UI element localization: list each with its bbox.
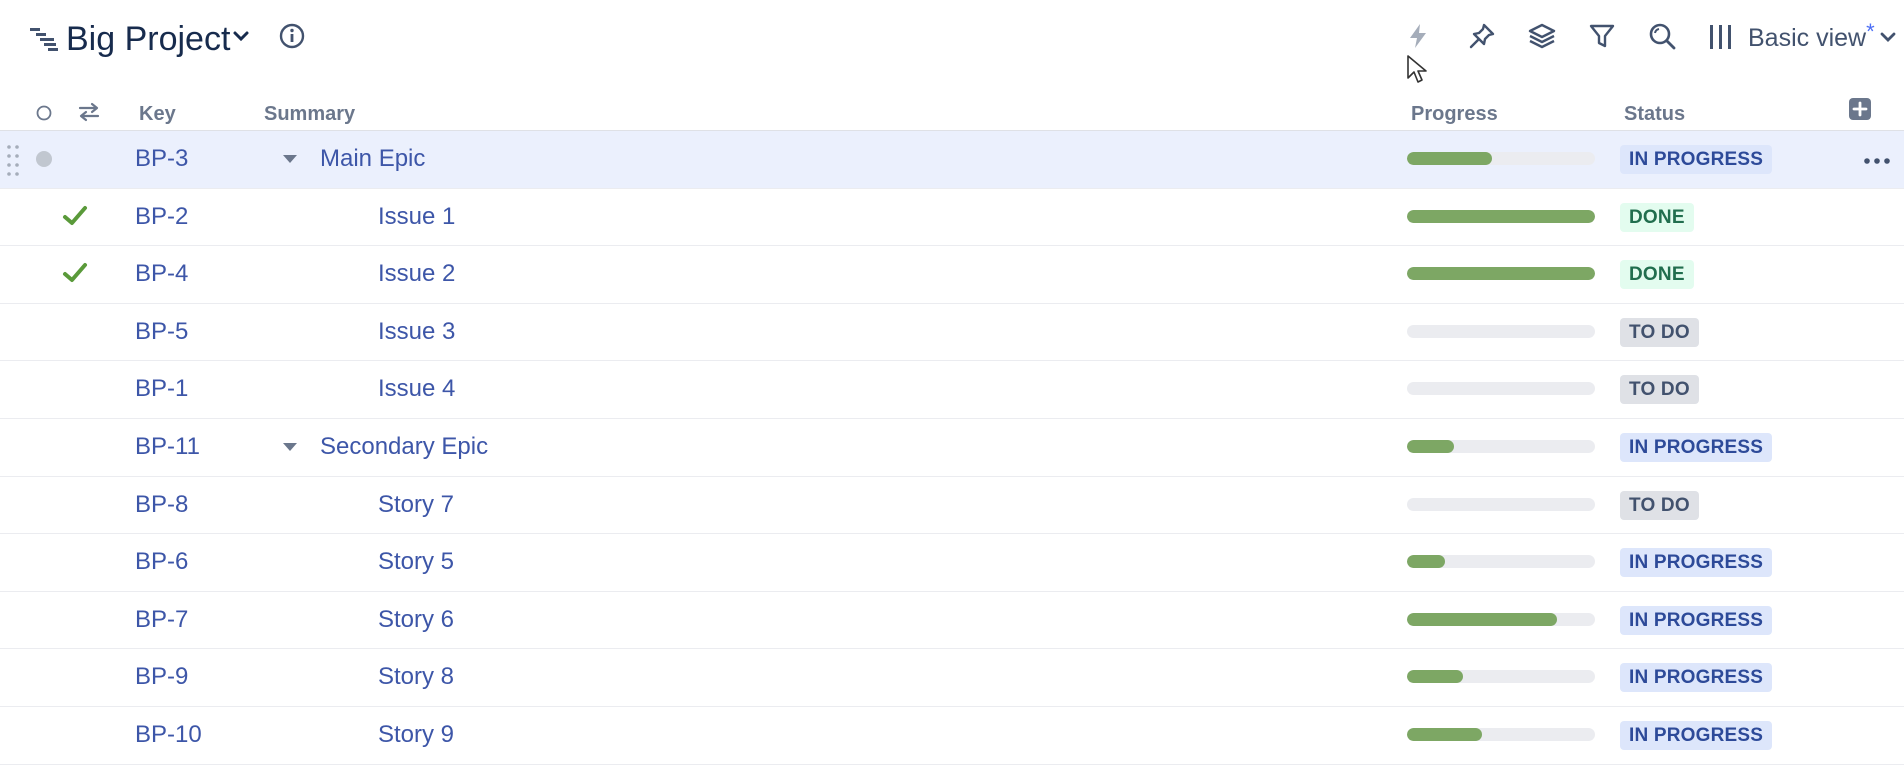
checkmark-icon [63,205,87,225]
issue-key-link[interactable]: BP-6 [135,547,188,577]
progress-bar [1407,612,1595,626]
status-badge[interactable]: IN PROGRESS [1620,548,1773,578]
table-row-bp-11[interactable]: BP-11 Secondary Epic IN PROGRESS [0,419,1904,477]
view-modified-marker: * [1866,19,1875,44]
table-row-bp-5[interactable]: BP-5 Issue 3 TO DO [0,304,1904,362]
caret-down-icon[interactable] [282,153,298,165]
info-icon[interactable] [278,22,306,50]
issue-summary[interactable]: Issue 4 [378,374,455,404]
issue-key-link[interactable]: BP-2 [135,202,188,232]
status-badge[interactable]: IN PROGRESS [1620,605,1773,635]
progress-bar-fill [1407,555,1445,569]
plus-square-icon[interactable] [1847,96,1873,122]
issue-summary[interactable]: Issue 1 [378,202,455,232]
progress-bar-fill [1407,727,1483,741]
progress-bar [1407,439,1595,453]
search-icon[interactable] [1646,20,1678,52]
issue-table-body: BP-3 Main Epic IN PROGRESS BP-2 Issue 1 [0,131,1904,765]
more-actions-icon[interactable] [1863,157,1891,165]
table-row-bp-3[interactable]: BP-3 Main Epic IN PROGRESS [0,131,1904,189]
caret-down-icon[interactable] [282,441,298,453]
progress-bar-fill [1407,267,1595,281]
status-badge[interactable]: IN PROGRESS [1620,663,1773,693]
issue-key-link[interactable]: BP-5 [135,317,188,347]
view-name: Basic view [1748,24,1867,52]
columns-icon [1710,25,1731,49]
status-badge[interactable]: TO DO [1620,490,1699,520]
drag-handle-icon[interactable] [6,143,20,179]
project-title: Big Project [66,20,231,58]
view-selector[interactable]: Basic view* [1708,18,1898,58]
status-badge[interactable]: IN PROGRESS [1620,145,1773,174]
progress-bar [1407,727,1595,741]
table-row-bp-9[interactable]: BP-9 Story 8 IN PROGRESS [0,649,1904,707]
issue-key-link[interactable]: BP-4 [135,259,188,289]
chevron-down-icon [1880,32,1896,42]
issue-summary[interactable]: Story 9 [378,720,454,750]
issue-summary[interactable]: Story 8 [378,662,454,692]
progress-bar [1407,382,1595,396]
issue-key-link[interactable]: BP-8 [135,490,188,520]
table-row-bp-6[interactable]: BP-6 Story 5 IN PROGRESS [0,534,1904,592]
filter-icon[interactable] [1586,20,1618,52]
issue-summary[interactable]: Secondary Epic [320,432,488,462]
progress-bar [1407,555,1595,569]
status-badge[interactable]: DONE [1620,202,1694,232]
progress-bar [1407,497,1595,511]
table-row-bp-7[interactable]: BP-7 Story 6 IN PROGRESS [0,592,1904,650]
mouse-cursor-icon [1407,55,1427,83]
issue-summary[interactable]: Story 6 [378,605,454,635]
progress-bar-fill [1407,152,1492,165]
progress-bar [1407,209,1595,223]
issue-key-link[interactable]: BP-10 [135,720,202,750]
progress-bar-fill [1407,209,1595,223]
column-header-key[interactable]: Key [139,102,176,126]
hierarchy-icon [30,28,58,51]
view-label: Basic view* [1748,19,1875,54]
status-badge[interactable]: TO DO [1620,317,1699,347]
issue-summary[interactable]: Issue 2 [378,259,455,289]
progress-bar [1407,324,1595,338]
issue-summary[interactable]: Story 7 [378,490,454,520]
column-header-row: Key Summary Progress Status [0,96,1904,132]
table-row-bp-4[interactable]: BP-4 Issue 2 DONE [0,246,1904,304]
issue-key-link[interactable]: BP-3 [135,144,188,174]
table-row-bp-1[interactable]: BP-1 Issue 4 TO DO [0,361,1904,419]
progress-bar [1407,152,1595,165]
lightning-icon[interactable] [1402,20,1434,52]
progress-bar-fill [1407,670,1464,684]
status-badge[interactable]: IN PROGRESS [1620,432,1773,462]
column-header-summary[interactable]: Summary [264,102,355,126]
table-row-bp-2[interactable]: BP-2 Issue 1 DONE [0,189,1904,247]
progress-bar [1407,267,1595,281]
issue-summary[interactable]: Main Epic [320,144,425,174]
issue-key-link[interactable]: BP-9 [135,662,188,692]
layers-icon[interactable] [1526,20,1558,52]
column-header-status[interactable]: Status [1624,102,1685,126]
swap-arrows-icon[interactable] [76,100,102,124]
progress-bar-fill [1407,439,1454,453]
issue-key-link[interactable]: BP-7 [135,605,188,635]
issue-summary[interactable]: Story 5 [378,547,454,577]
issue-summary[interactable]: Issue 3 [378,317,455,347]
header: Big Project Basic view* [0,0,1904,83]
circle-icon[interactable] [34,103,54,123]
checkmark-icon [63,263,87,283]
status-badge[interactable]: TO DO [1620,375,1699,405]
row-select-dot[interactable] [36,151,52,167]
issue-key-link[interactable]: BP-11 [135,432,200,462]
column-header-progress[interactable]: Progress [1411,102,1498,126]
chevron-down-icon[interactable] [232,30,250,44]
table-row-bp-8[interactable]: BP-8 Story 7 TO DO [0,477,1904,535]
status-badge[interactable]: IN PROGRESS [1620,720,1773,750]
progress-bar [1407,670,1595,684]
table-row-bp-10[interactable]: BP-10 Story 9 IN PROGRESS [0,707,1904,765]
progress-bar-fill [1407,612,1558,626]
pin-icon[interactable] [1466,20,1498,52]
structure-page: Big Project Basic view* Key Summary Prog… [0,0,1904,776]
status-badge[interactable]: DONE [1620,260,1694,290]
issue-key-link[interactable]: BP-1 [135,374,188,404]
